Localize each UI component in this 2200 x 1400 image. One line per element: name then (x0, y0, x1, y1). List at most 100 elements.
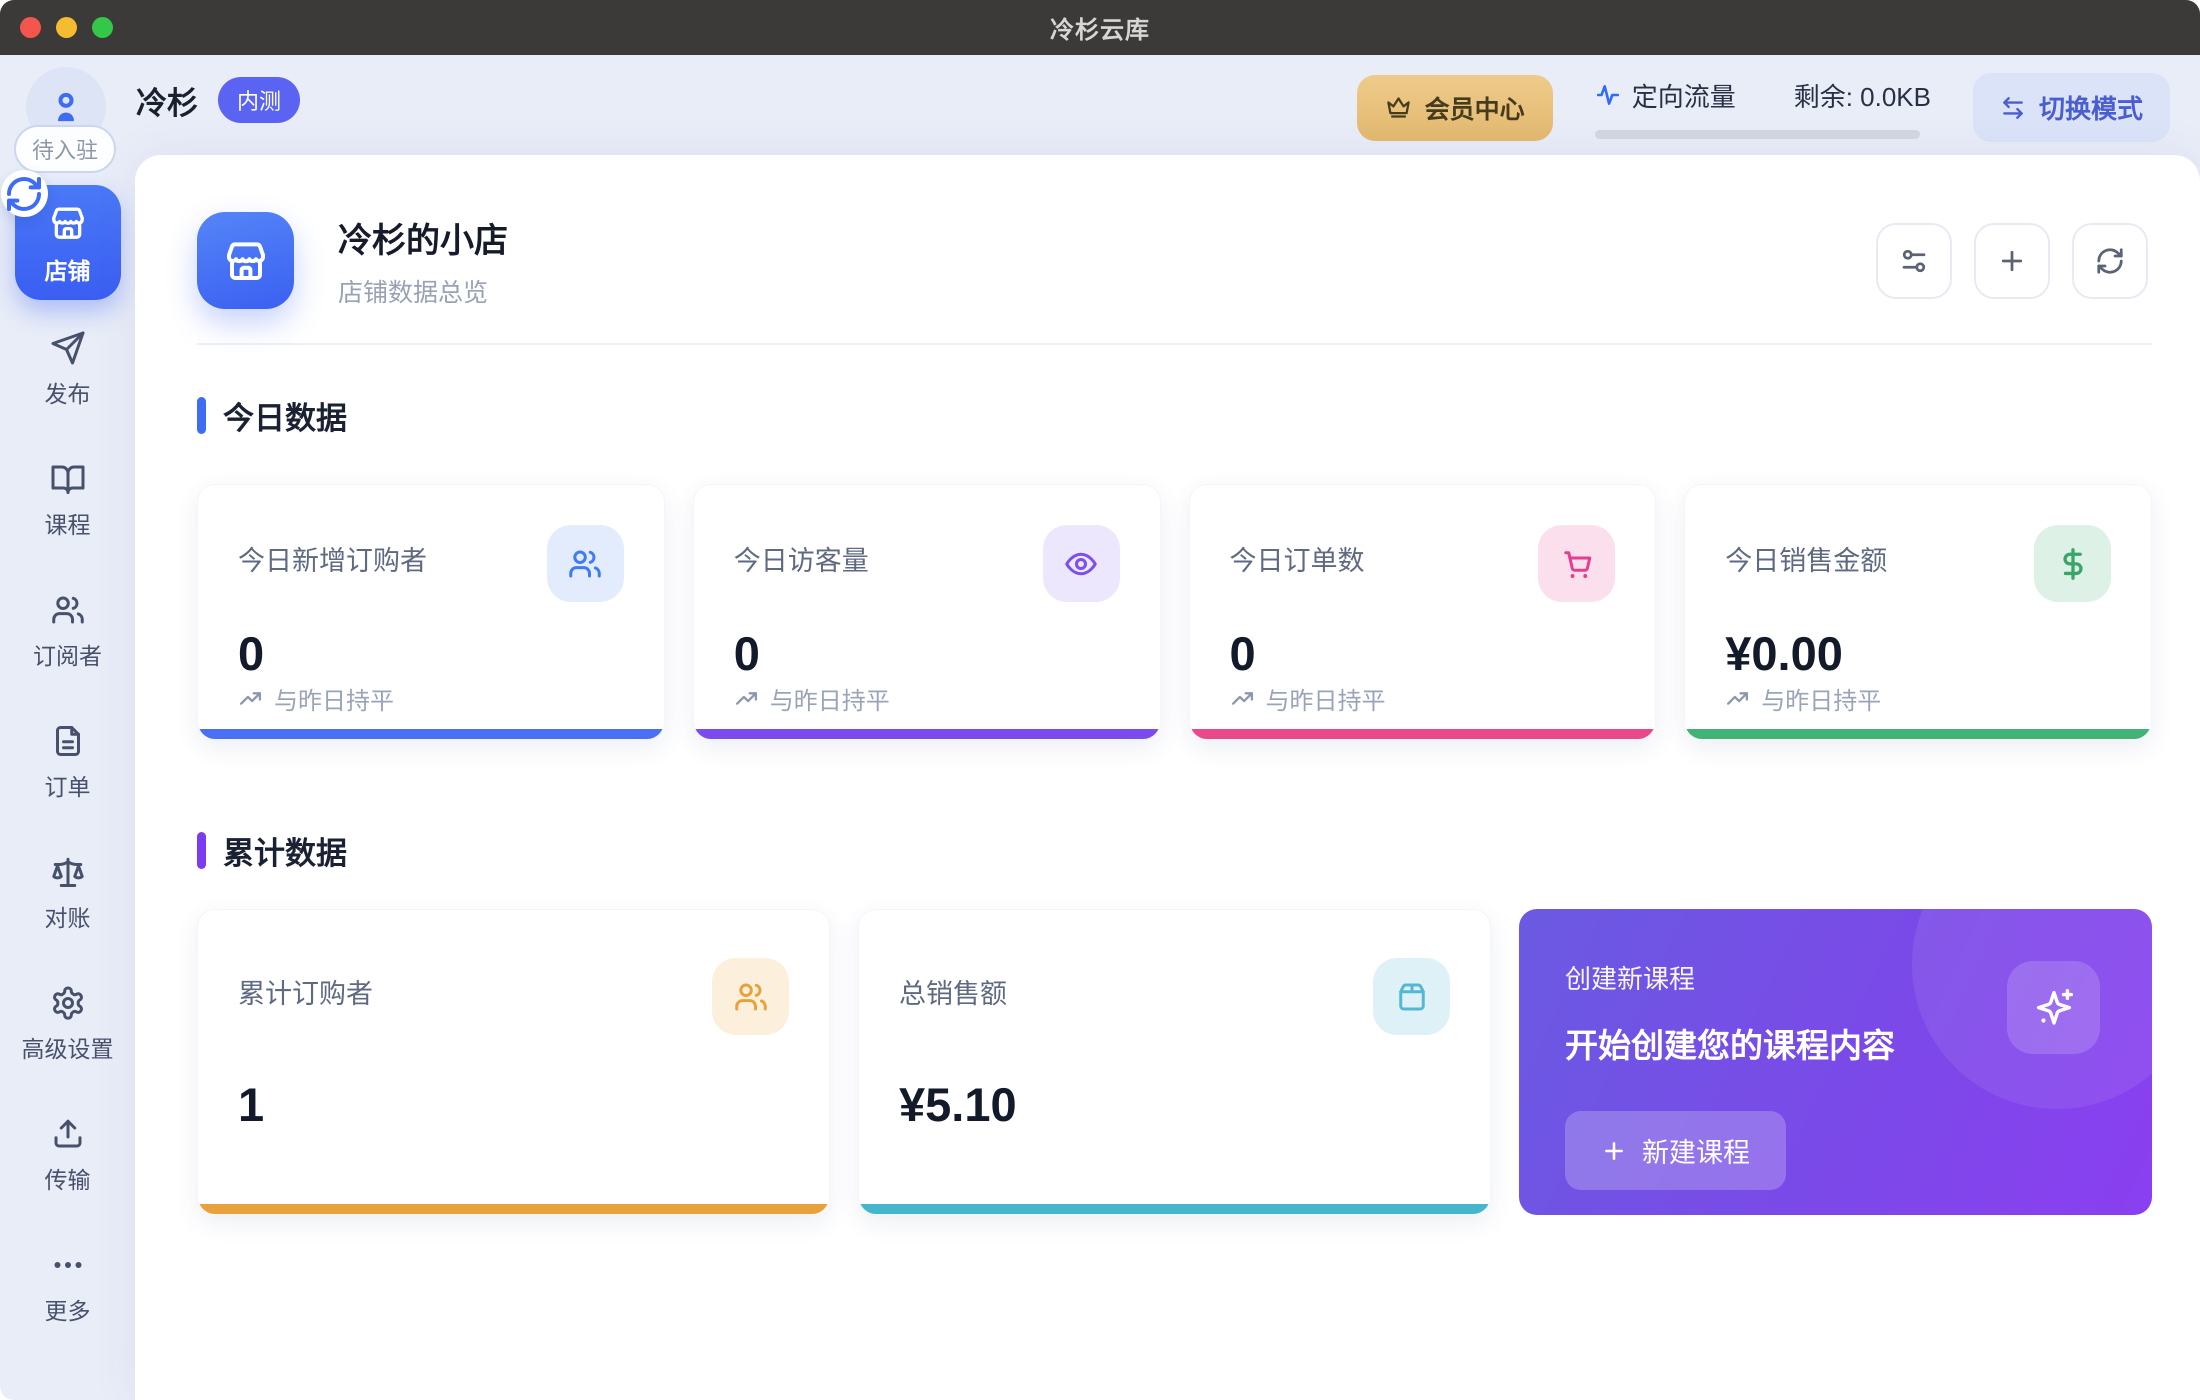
shop-header: 冷杉的小店 店铺数据总览 (135, 155, 2200, 309)
scale-icon (50, 854, 86, 890)
accent-strip (198, 1204, 829, 1214)
accent-strip (694, 729, 1160, 739)
sidebar-item-label: 更多 (45, 1292, 91, 1326)
trend-icon (238, 686, 263, 711)
new-course-button[interactable]: 新建课程 (1565, 1111, 1786, 1190)
send-icon (50, 330, 86, 366)
page-title: 冷杉的小店 (338, 213, 508, 262)
create-course-card[interactable]: 创建新课程 开始创建您的课程内容 新建课程 (1519, 909, 2152, 1215)
sidebar-item-label: 传输 (45, 1161, 91, 1195)
sidebar-item-advanced-settings[interactable]: 高级设置 (22, 985, 114, 1064)
member-center-button[interactable]: 会员中心 (1357, 75, 1553, 141)
upload-icon (50, 1116, 86, 1152)
panel-actions (1876, 223, 2148, 299)
swap-arrows-icon (2000, 95, 2026, 121)
stat-value: 1 (238, 1077, 789, 1132)
zoom-button[interactable] (92, 17, 113, 38)
sidebar: 店铺 发布 课程 订阅者 订单 对账 高级设置 传输 (0, 155, 135, 1400)
filter-settings-button[interactable] (1876, 223, 1952, 299)
traffic-widget: 定向流量 剩余: 0.0KB (1595, 77, 1931, 139)
stat-label: 今日访客量 (734, 539, 869, 578)
refresh-button[interactable] (2072, 223, 2148, 299)
sidebar-item-label: 高级设置 (22, 1030, 114, 1064)
sidebar-item-reconcile[interactable]: 对账 (45, 854, 91, 933)
add-button[interactable] (1974, 223, 2050, 299)
trend-icon (1725, 686, 1750, 711)
stat-footer-text: 与昨日持平 (1266, 681, 1386, 716)
member-center-label: 会员中心 (1425, 90, 1525, 126)
sidebar-item-courses[interactable]: 课程 (45, 461, 91, 540)
promo-eyebrow: 创建新课程 (1565, 959, 2106, 996)
stat-footer-text: 与昨日持平 (1761, 681, 1881, 716)
section-accent-bar (197, 397, 206, 434)
sidebar-item-label: 发布 (45, 375, 91, 409)
stat-value: 0 (1230, 626, 1616, 681)
stat-card-sales: 今日销售金额 ¥0.00 与昨日持平 (1684, 484, 2152, 740)
stat-value: 0 (734, 626, 1120, 681)
activity-icon (1595, 82, 1621, 108)
accent-strip (1190, 729, 1656, 739)
stat-value: ¥0.00 (1725, 626, 2111, 681)
book-icon (50, 461, 86, 497)
new-course-label: 新建课程 (1642, 1131, 1750, 1170)
stat-card-visitors: 今日访客量 0 与昨日持平 (693, 484, 1161, 740)
package-icon (1373, 958, 1450, 1035)
traffic-progress-bar (1595, 130, 1920, 139)
stat-label: 今日订单数 (1230, 539, 1365, 578)
sliders-icon (1899, 246, 1929, 276)
section-title: 今日数据 (223, 393, 347, 438)
order-icon (50, 723, 86, 759)
accent-strip (198, 729, 664, 739)
avatar[interactable]: 待入驻 (26, 67, 108, 147)
accent-strip (859, 1204, 1490, 1214)
sidebar-item-more[interactable]: 更多 (45, 1247, 91, 1326)
sidebar-item-transfer[interactable]: 传输 (45, 1116, 91, 1195)
more-icon (50, 1247, 86, 1283)
cart-icon (1538, 525, 1615, 602)
switch-mode-label: 切换模式 (2039, 89, 2143, 126)
trend-icon (734, 686, 759, 711)
minimize-button[interactable] (56, 17, 77, 38)
accent-strip (1685, 729, 2151, 739)
stat-footer-text: 与昨日持平 (274, 681, 394, 716)
sidebar-item-orders[interactable]: 订单 (45, 723, 91, 802)
stat-card-new-subscribers: 今日新增订购者 0 与昨日持平 (197, 484, 665, 740)
users-icon (50, 592, 86, 628)
stat-label: 总销售额 (899, 972, 1007, 1011)
beta-badge: 内测 (218, 77, 300, 123)
eye-icon (1043, 525, 1120, 602)
switch-mode-button[interactable]: 切换模式 (1973, 73, 2170, 142)
close-button[interactable] (20, 17, 41, 38)
switch-shop-button[interactable] (1, 170, 48, 217)
stat-label: 累计订购者 (238, 972, 373, 1011)
users-icon (547, 525, 624, 602)
plus-icon (1997, 246, 2027, 276)
stat-card-total-sales: 总销售额 ¥5.10 (858, 909, 1491, 1215)
sidebar-item-label: 订单 (45, 768, 91, 802)
cumulative-section: 累计数据 累计订购者 1 总销售额 (135, 828, 2200, 1215)
today-section: 今日数据 今日新增订购者 0 与昨日持平 (135, 393, 2200, 740)
section-title: 累计数据 (223, 828, 347, 873)
sidebar-item-shop[interactable]: 店铺 (15, 185, 121, 300)
stat-value: 0 (238, 626, 624, 681)
sidebar-item-publish[interactable]: 发布 (45, 330, 91, 409)
sidebar-item-label: 课程 (45, 506, 91, 540)
store-icon (48, 203, 88, 243)
stat-footer-text: 与昨日持平 (770, 681, 890, 716)
sidebar-item-label: 对账 (45, 899, 91, 933)
stat-label: 今日新增订购者 (238, 539, 427, 578)
header-band: 待入驻 冷杉 内测 会员中心 定向流量 剩余: 0.0KB (0, 55, 2200, 155)
traffic-label: 定向流量 (1632, 77, 1736, 114)
header-actions-right: 会员中心 定向流量 剩余: 0.0KB 切换模式 (1357, 73, 2170, 142)
plus-icon (1601, 1138, 1627, 1164)
gear-icon (50, 985, 86, 1021)
traffic-remaining: 剩余: 0.0KB (1794, 77, 1931, 114)
traffic-lights (20, 17, 113, 38)
shop-ident: 冷杉 内测 (136, 77, 300, 123)
trend-icon (1230, 686, 1255, 711)
sidebar-item-subscribers[interactable]: 订阅者 (33, 592, 102, 671)
app-window: 冷杉云库 待入驻 冷杉 内测 会员中心 定向流量 (0, 0, 2200, 1400)
users-icon (712, 958, 789, 1035)
shop-name: 冷杉 (136, 78, 198, 123)
sidebar-item-label: 订阅者 (33, 637, 102, 671)
